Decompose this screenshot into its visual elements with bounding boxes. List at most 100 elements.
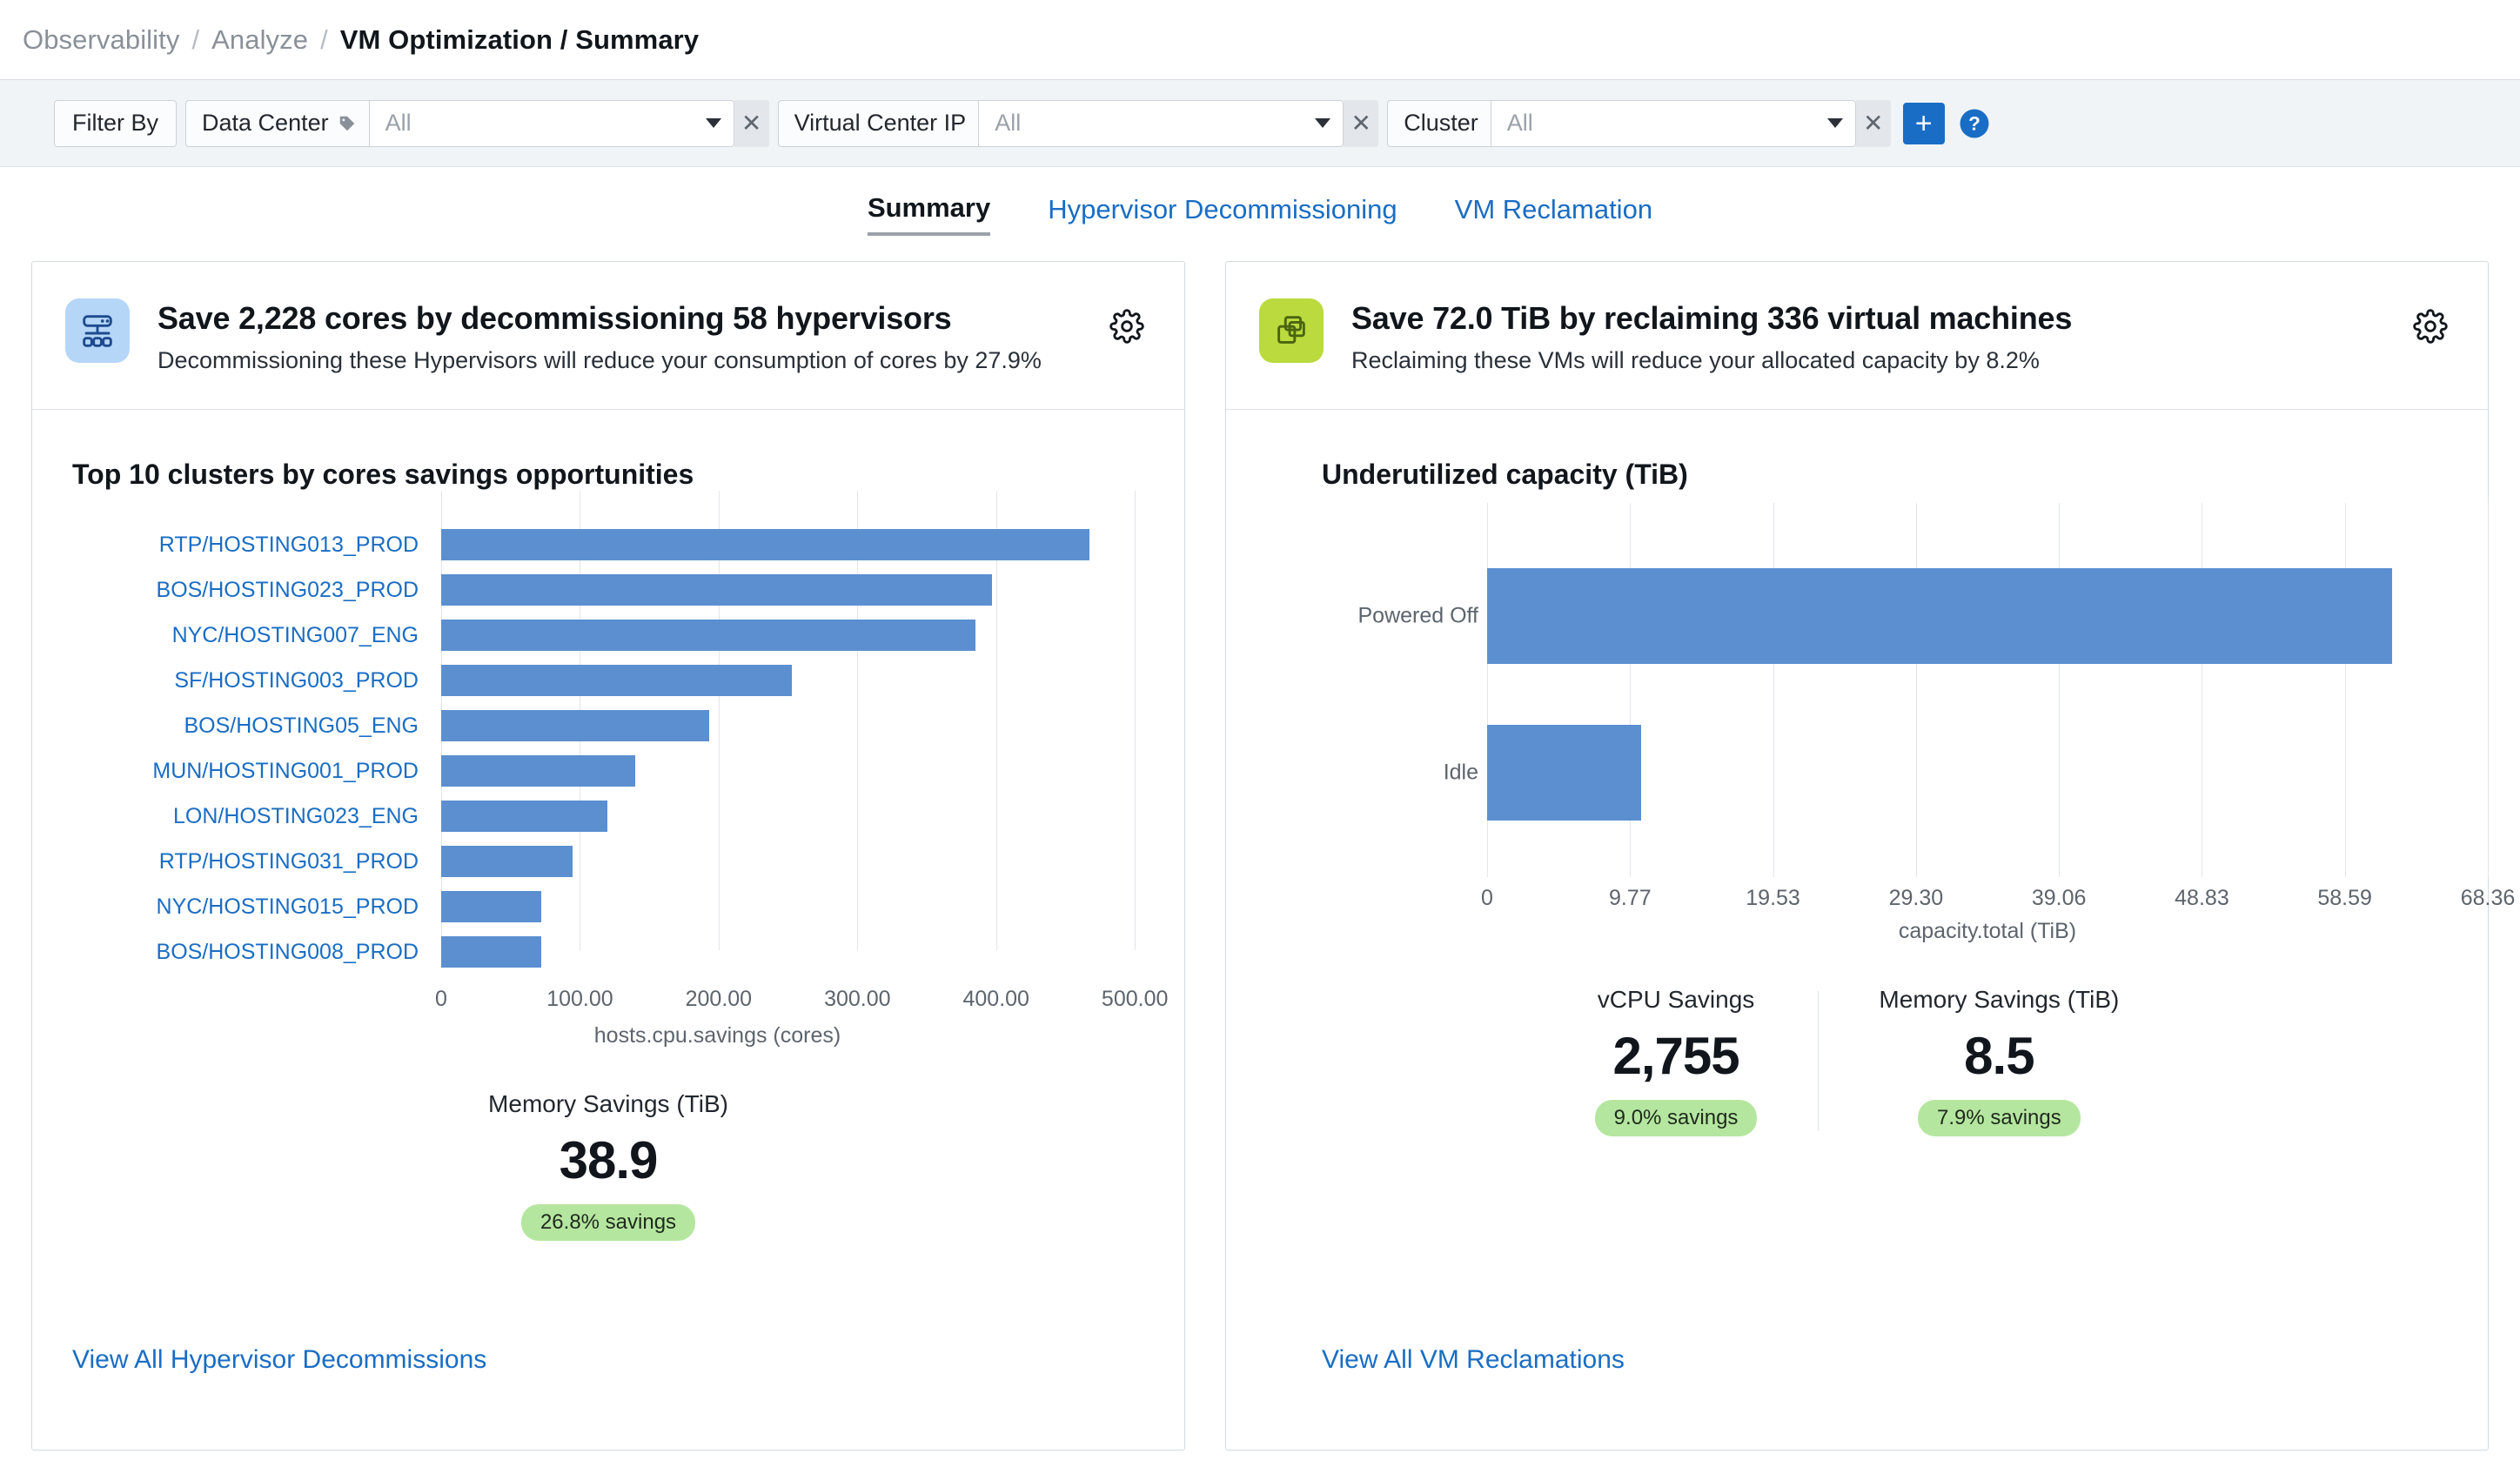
bar-track <box>441 839 1176 884</box>
underutilized-capacity-bar-chart: Powered Off Idle 0 9.77 19.53 29.30 39.06 48.8… <box>1226 503 2515 944</box>
filter-cluster: Cluster All ✕ <box>1387 99 1891 147</box>
breadcrumb-item-analyze[interactable]: Analyze <box>211 24 308 56</box>
gear-icon[interactable] <box>2413 309 2448 348</box>
add-filter-button[interactable]: + <box>1902 102 1945 144</box>
bar[interactable] <box>1487 568 2392 664</box>
breadcrumb-item-observability[interactable]: Observability <box>23 24 179 56</box>
bar-track <box>441 794 1176 839</box>
filter-bar: Filter By Data Center All ✕ Virtual Cent… <box>0 80 2520 167</box>
help-icon[interactable]: ? <box>1959 108 1990 139</box>
filter-value-virtual-center-ip[interactable]: All <box>978 99 1344 147</box>
bar-row: RTP/HOSTING031_PROD <box>32 839 1184 884</box>
bar-category-label[interactable]: NYC/HOSTING007_ENG <box>32 623 441 648</box>
bar[interactable] <box>441 801 608 832</box>
breadcrumb: Observability / Analyze / VM Optimizatio… <box>0 0 2520 80</box>
left-card-footer: View All Hypervisor Decommissions <box>32 1345 1184 1450</box>
filter-key-data-center[interactable]: Data Center <box>185 99 369 147</box>
tab-vm-reclamation[interactable]: VM Reclamation <box>1455 194 1652 234</box>
bar-row: BOS/HOSTING008_PROD <box>32 929 1184 975</box>
left-chart-title: Top 10 clusters by cores savings opportu… <box>72 459 694 490</box>
bar-category-label[interactable]: RTP/HOSTING031_PROD <box>32 849 441 874</box>
filter-value-cluster[interactable]: All <box>1490 99 1856 147</box>
filter-key-label: Virtual Center IP <box>794 110 967 136</box>
tick-label: 39.06 <box>2031 886 2087 910</box>
gridline <box>1630 503 1632 877</box>
filter-data-center: Data Center All ✕ <box>185 99 769 147</box>
filter-value-text: All <box>1506 110 1533 136</box>
bar-category-label[interactable]: RTP/HOSTING013_PROD <box>32 533 441 558</box>
bar[interactable] <box>441 755 636 787</box>
svg-text:?: ? <box>1968 112 1980 134</box>
chevron-down-icon <box>1315 118 1331 128</box>
bar-category-label[interactable]: NYC/HOSTING015_PROD <box>32 894 441 920</box>
bar[interactable] <box>441 936 541 968</box>
bar-category-label: Powered Off <box>1357 603 1478 628</box>
bar-category-label[interactable]: MUN/HOSTING001_PROD <box>32 759 441 784</box>
x-axis-label: hosts.cpu.savings (cores) <box>593 1023 841 1048</box>
metric-value: 38.9 <box>559 1131 659 1189</box>
tick-label: 29.30 <box>1888 886 1944 910</box>
cores-savings-bar-chart: RTP/HOSTING013_PROD BOS/HOSTING023_PROD NY… <box>32 491 1184 1049</box>
gear-icon[interactable] <box>1109 309 1144 348</box>
filter-clear-cluster[interactable]: ✕ <box>1855 99 1891 147</box>
filter-value-data-center[interactable]: All <box>368 99 734 147</box>
bar[interactable] <box>441 665 793 696</box>
card-title: Save 72.0 TiB by reclaiming 336 virtual … <box>1351 300 2073 336</box>
bar[interactable] <box>441 710 709 741</box>
filter-value-text: All <box>385 110 412 136</box>
bar[interactable] <box>441 620 975 651</box>
bar-category-label[interactable]: BOS/HOSTING008_PROD <box>32 940 441 965</box>
tick-label: 9.77 <box>1609 886 1652 910</box>
content-area: Save 2,228 cores by decommissioning 58 h… <box>0 261 2520 1474</box>
bar-row: NYC/HOSTING015_PROD <box>32 884 1184 929</box>
server-icon <box>65 298 130 363</box>
bar-row: SF/HOSTING003_PROD <box>32 658 1184 703</box>
view-all-hypervisor-decommissions-link[interactable]: View All Hypervisor Decommissions <box>72 1345 486 1374</box>
metric-label: Memory Savings (TiB) <box>1879 986 2120 1013</box>
gridline <box>1915 503 1917 877</box>
tick-label: 58.59 <box>2317 886 2372 910</box>
filter-clear-virtual-center-ip[interactable]: ✕ <box>1344 99 1379 147</box>
metric-vcpu-savings: vCPU Savings 2,755 9.0% savings <box>1534 986 1819 1136</box>
bar-row: MUN/HOSTING001_PROD <box>32 748 1184 794</box>
filter-by-label: Filter By <box>54 99 178 147</box>
bar-rows: RTP/HOSTING013_PROD BOS/HOSTING023_PROD NY… <box>32 522 1184 975</box>
card-subtitle: Decommissioning these Hypervisors will r… <box>158 347 1042 373</box>
hypervisor-decommissioning-card: Save 2,228 cores by decommissioning 58 h… <box>31 261 1185 1451</box>
filter-key-virtual-center-ip[interactable]: Virtual Center IP <box>777 99 979 147</box>
tab-summary[interactable]: Summary <box>867 192 991 236</box>
bar-category-label[interactable]: SF/HOSTING003_PROD <box>32 668 441 693</box>
card-body: Top 10 clusters by cores savings opportu… <box>32 410 1184 1450</box>
bar-track <box>441 522 1176 567</box>
tab-hypervisor-decommissioning[interactable]: Hypervisor Decommissioning <box>1048 194 1397 234</box>
filter-virtual-center-ip: Virtual Center IP All ✕ <box>777 99 1379 147</box>
bar-category-label[interactable]: LON/HOSTING023_ENG <box>32 804 441 829</box>
status-badge: 26.8% savings <box>520 1204 696 1241</box>
card-subtitle: Reclaiming these VMs will reduce your al… <box>1351 347 2040 373</box>
view-all-vm-reclamations-link[interactable]: View All VM Reclamations <box>1322 1345 1625 1374</box>
bar-row: NYC/HOSTING007_ENG <box>32 613 1184 658</box>
tick-label: 0 <box>435 987 447 1011</box>
metric-label: Memory Savings (TiB) <box>488 1090 728 1117</box>
status-badge: 7.9% savings <box>1918 1100 2081 1136</box>
virtual-machines-icon <box>1259 298 1324 363</box>
tick-label: 100.00 <box>546 987 613 1011</box>
bar-track <box>441 884 1176 929</box>
bar-category-label[interactable]: BOS/HOSTING023_PROD <box>32 578 441 603</box>
right-card-footer: View All VM Reclamations <box>1226 1345 2488 1450</box>
bar-row: BOS/HOSTING023_PROD <box>32 567 1184 613</box>
tick-label: 500.00 <box>1101 987 1169 1011</box>
bar[interactable] <box>441 574 992 606</box>
bar[interactable] <box>441 891 541 922</box>
bar[interactable] <box>1487 725 1641 821</box>
bar[interactable] <box>441 529 1089 560</box>
bar[interactable] <box>441 846 573 877</box>
metric-label: vCPU Savings <box>1597 986 1755 1013</box>
filter-clear-data-center[interactable]: ✕ <box>734 99 769 147</box>
card-header: Save 72.0 TiB by reclaiming 336 virtual … <box>1226 262 2488 410</box>
filter-key-cluster[interactable]: Cluster <box>1387 99 1491 147</box>
right-chart-title: Underutilized capacity (TiB) <box>1322 459 1688 490</box>
metric-value: 8.5 <box>1964 1027 2034 1085</box>
card-body: Underutilized capacity (TiB) Powered Off… <box>1226 410 2515 1450</box>
bar-category-label[interactable]: BOS/HOSTING05_ENG <box>32 714 441 739</box>
